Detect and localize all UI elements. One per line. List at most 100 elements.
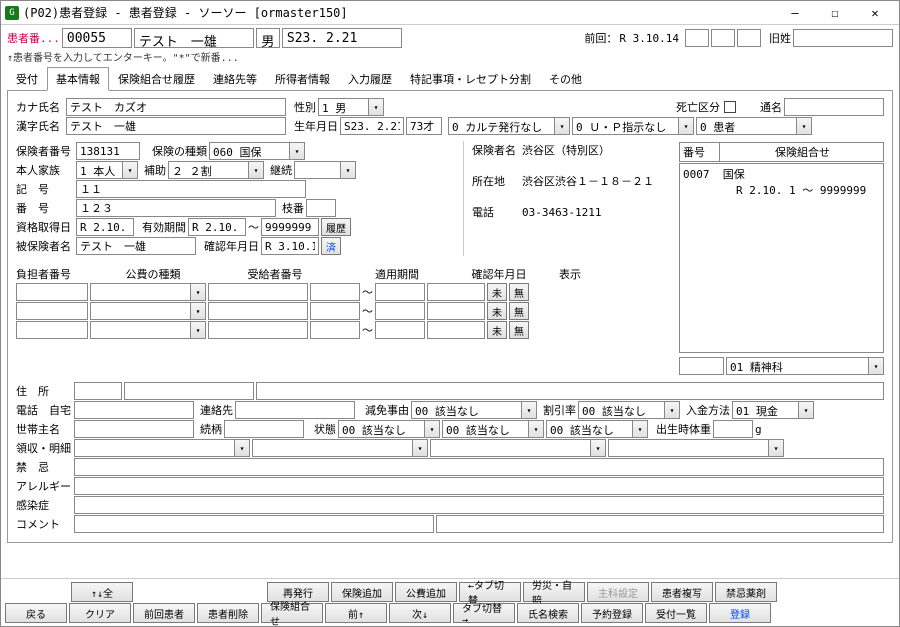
taiju-input[interactable] [713, 420, 753, 438]
tab-renraku[interactable]: 連絡先等 [204, 67, 266, 91]
kanja-opt[interactable]: 0 患者▾ [696, 117, 812, 135]
nyukin-select[interactable]: 01 現金▾ [732, 401, 814, 419]
tab-uketsuke[interactable]: 受付 [7, 67, 47, 91]
kohi-type-2[interactable]: ▾ [90, 302, 206, 320]
tekiyo-to-3[interactable] [375, 321, 425, 339]
btn-udzen[interactable]: ↑↓全 [71, 582, 133, 602]
prev-slot1[interactable] [685, 29, 709, 47]
kohi-type-3[interactable]: ▾ [90, 321, 206, 339]
tekiyo-to-2[interactable] [375, 302, 425, 320]
dob-input[interactable] [340, 117, 404, 135]
futansha-3[interactable] [16, 321, 88, 339]
kinki-input[interactable] [74, 458, 884, 476]
btn-kumiawase[interactable]: 保険組合せ [261, 603, 323, 623]
comment-2[interactable] [436, 515, 884, 533]
old-surname-input[interactable] [793, 29, 893, 47]
btn-hoken-tsuika[interactable]: 保険追加 [331, 582, 393, 602]
kumiawase-list[interactable]: 0007 国保 R 2.10. 1 ～ 9999999 [679, 163, 884, 353]
hihokensha-input[interactable] [76, 237, 196, 255]
keizoku-select[interactable]: ▾ [294, 161, 356, 179]
maximize-button[interactable]: ☐ [815, 2, 855, 24]
alg-input[interactable] [74, 477, 884, 495]
btn-shimei[interactable]: 氏名検索 [517, 603, 579, 623]
jotai-3[interactable]: 00 該当なし▾ [546, 420, 648, 438]
comment-1[interactable] [74, 515, 434, 533]
tekiyo-from-1[interactable] [310, 283, 360, 301]
kakunin-3[interactable] [427, 321, 485, 339]
mu-3[interactable]: 無 [509, 321, 529, 339]
sex-select[interactable]: 1 男▾ [318, 98, 384, 116]
ryoshu-3[interactable]: ▾ [430, 439, 606, 457]
kohi-type-1[interactable]: ▾ [90, 283, 206, 301]
kanji-input[interactable] [66, 117, 286, 135]
futansha-2[interactable] [16, 302, 88, 320]
tab-tokki[interactable]: 特記事項・レセプト分割 [401, 67, 540, 91]
ryoshu-4[interactable]: ▾ [608, 439, 784, 457]
mi-1[interactable]: 未 [487, 283, 507, 301]
tab-hoken-rireki[interactable]: 保険組合せ履歴 [109, 67, 204, 91]
tsumei-input[interactable] [784, 98, 884, 116]
tekiyo-from-3[interactable] [310, 321, 360, 339]
jotai-2[interactable]: 00 該当なし▾ [442, 420, 544, 438]
bango-input[interactable] [76, 199, 276, 217]
jotai-1[interactable]: 00 該当なし▾ [338, 420, 440, 438]
btn-kanjafukusha[interactable]: 患者複写 [651, 582, 713, 602]
ka-code[interactable] [679, 357, 724, 375]
karte-opt[interactable]: 0 カルテ発行なし▾ [448, 117, 570, 135]
kakunin-1[interactable] [427, 283, 485, 301]
mu-2[interactable]: 無 [509, 302, 529, 320]
prev-slot2[interactable] [711, 29, 735, 47]
jusho-1[interactable] [124, 382, 254, 400]
tab-other[interactable]: その他 [540, 67, 591, 91]
jusho-2[interactable] [256, 382, 884, 400]
death-checkbox[interactable] [724, 101, 736, 113]
mi-3[interactable]: 未 [487, 321, 507, 339]
btn-kinkiyakuzai[interactable]: 禁忌薬剤 [715, 582, 777, 602]
kigo-input[interactable] [76, 180, 306, 198]
yuko2-input[interactable] [261, 218, 319, 236]
shikaku-input[interactable] [76, 218, 134, 236]
btn-modoru[interactable]: 戻る [5, 603, 67, 623]
tekiyo-to-1[interactable] [375, 283, 425, 301]
zokugara-input[interactable] [224, 420, 304, 438]
renraku-input[interactable] [235, 401, 355, 419]
tab-input[interactable]: 入力履歴 [339, 67, 401, 91]
kana-input[interactable] [66, 98, 286, 116]
jusho-zip[interactable] [74, 382, 122, 400]
futansha-1[interactable] [16, 283, 88, 301]
tab-kihon[interactable]: 基本情報 [47, 67, 109, 91]
ryoshu-1[interactable]: ▾ [74, 439, 250, 457]
zumi-button[interactable]: 済 [321, 237, 341, 255]
tekiyo-from-2[interactable] [310, 302, 360, 320]
rireki-button[interactable]: 履歴 [321, 218, 351, 236]
jukyusha-1[interactable] [208, 283, 308, 301]
btn-touroku[interactable]: 登録 [709, 603, 771, 623]
prev-slot3[interactable] [737, 29, 761, 47]
up-opt[interactable]: 0 Ｕ・Ｐ指示なし▾ [572, 117, 694, 135]
btn-sakujo[interactable]: 患者削除 [197, 603, 259, 623]
btn-uketsuke-ichiran[interactable]: 受付一覧 [645, 603, 707, 623]
btn-zenkai[interactable]: 前回患者 [133, 603, 195, 623]
btn-tsugi[interactable]: 次↓ [389, 603, 451, 623]
btn-tab-right[interactable]: タブ切替→ [453, 603, 515, 623]
kansen-input[interactable] [74, 496, 884, 514]
patient-no-box[interactable]: 00055 [62, 28, 132, 48]
btn-mae[interactable]: 前↑ [325, 603, 387, 623]
btn-tab-left[interactable]: ←タブ切替 [459, 582, 521, 602]
btn-yoyaku[interactable]: 予約登録 [581, 603, 643, 623]
hoken-type-select[interactable]: 060 国保▾ [209, 142, 305, 160]
btn-clear[interactable]: クリア [69, 603, 131, 623]
close-button[interactable]: ✕ [855, 2, 895, 24]
honnin-select[interactable]: 1 本人▾ [76, 161, 138, 179]
minimize-button[interactable]: — [775, 2, 815, 24]
kakunin-input[interactable] [261, 237, 319, 255]
btn-rousai[interactable]: 労災・自賠 [523, 582, 585, 602]
genmen-select[interactable]: 00 該当なし▾ [411, 401, 537, 419]
mu-1[interactable]: 無 [509, 283, 529, 301]
jukyusha-3[interactable] [208, 321, 308, 339]
yuko1-input[interactable] [188, 218, 246, 236]
jukyusha-2[interactable] [208, 302, 308, 320]
denwa-home-input[interactable] [74, 401, 194, 419]
tab-shotoku[interactable]: 所得者情報 [266, 67, 339, 91]
ryoshu-2[interactable]: ▾ [252, 439, 428, 457]
